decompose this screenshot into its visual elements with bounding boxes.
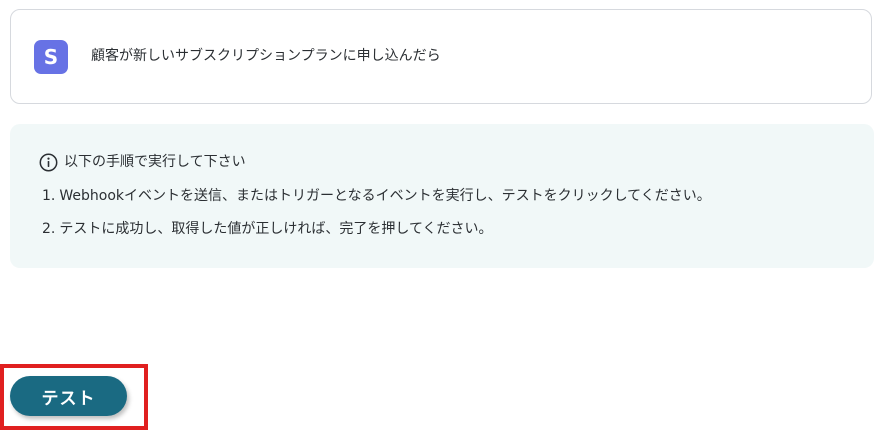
test-button[interactable]: テスト xyxy=(10,376,127,416)
stripe-app-icon: S xyxy=(34,40,68,74)
instruction-step: 1. Webhookイベントを送信、またはトリガーとなるイベントを実行し、テストを… xyxy=(42,186,711,206)
step-text: テストに成功し、取得した値が正しければ、完了を押してください。 xyxy=(59,221,493,237)
instruction-step: 2. テストに成功し、取得した値が正しければ、完了を押してください。 xyxy=(42,219,493,239)
step-number: 2. xyxy=(42,221,56,237)
step-number: 1. xyxy=(42,188,56,204)
instructions-heading: 以下の手順で実行して下さい xyxy=(39,152,246,172)
trigger-card[interactable]: S 顧客が新しいサブスクリプションプランに申し込んだら xyxy=(10,9,872,104)
app-icon-letter: S xyxy=(43,45,59,69)
instructions-heading-text: 以下の手順で実行して下さい xyxy=(64,154,246,170)
instructions-panel: 以下の手順で実行して下さい 1. Webhookイベントを送信、またはトリガーとな… xyxy=(10,124,874,268)
step-text: Webhookイベントを送信、またはトリガーとなるイベントを実行し、テストをクリ… xyxy=(59,188,711,204)
info-icon xyxy=(39,153,58,172)
trigger-label: 顧客が新しいサブスクリプションプランに申し込んだら xyxy=(91,48,441,64)
